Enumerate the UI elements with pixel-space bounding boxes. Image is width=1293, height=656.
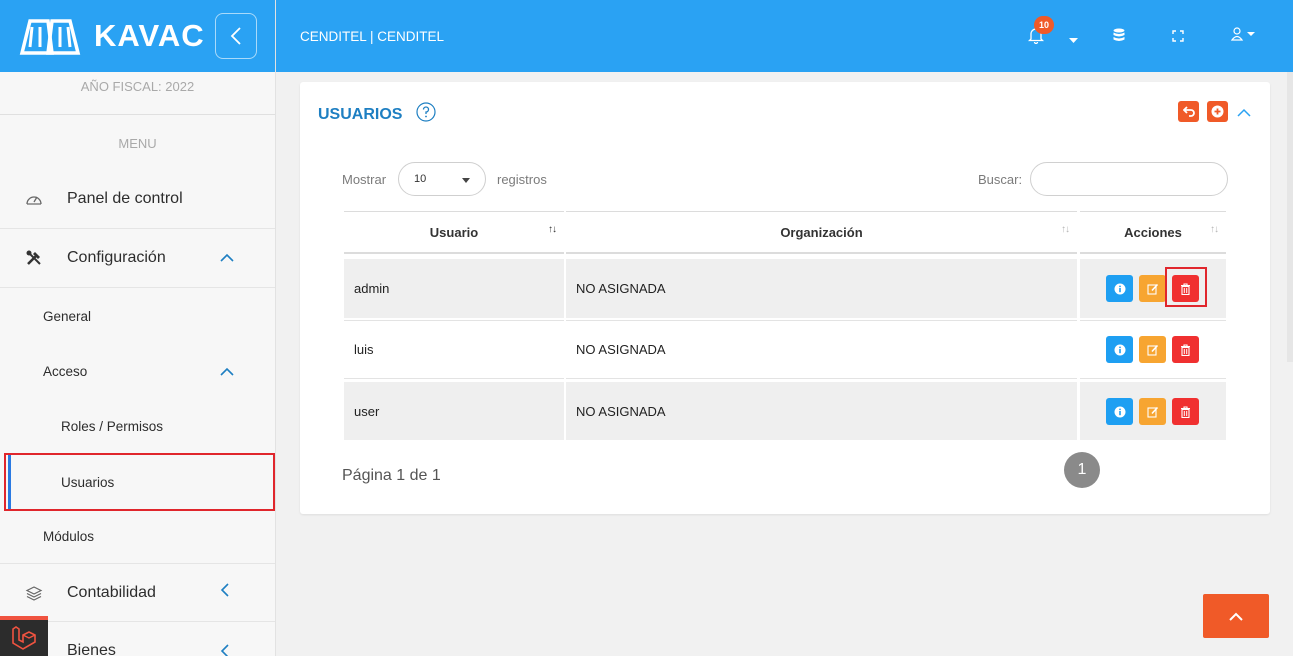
laravel-icon xyxy=(12,626,36,650)
info-icon xyxy=(1114,344,1125,355)
notification-count-badge: 10 xyxy=(1034,16,1054,34)
delete-button-highlight xyxy=(1165,267,1207,307)
cell-text: NO ASIGNADA xyxy=(576,403,666,419)
layers-icon xyxy=(25,584,43,602)
column-header-label: Acciones xyxy=(1124,224,1182,240)
table-row-user-cell: user xyxy=(344,382,564,440)
edit-icon xyxy=(1146,283,1158,295)
edit-button[interactable] xyxy=(1139,398,1166,425)
delete-button[interactable] xyxy=(1172,336,1199,363)
chevron-left-icon xyxy=(220,583,229,602)
laravel-debugbar-badge[interactable] xyxy=(0,616,48,656)
top-navbar: CENDITEL | CENDITEL 10 xyxy=(276,0,1293,72)
page-title: USUARIOS xyxy=(318,106,403,123)
sidebar-item-usuarios[interactable]: Usuarios xyxy=(4,453,275,511)
cell-text: luis xyxy=(354,342,374,357)
kavac-logo-icon xyxy=(19,19,81,55)
reply-icon xyxy=(1182,106,1195,117)
cell-text: user xyxy=(354,403,380,419)
pagination-info: Página 1 de 1 xyxy=(342,467,441,484)
chevron-left-icon xyxy=(230,27,241,45)
column-header-acciones[interactable]: Acciones ↑↓ xyxy=(1080,211,1226,254)
table-row-user-cell: admin xyxy=(344,259,564,318)
edit-button[interactable] xyxy=(1139,336,1166,363)
kavac-logo[interactable]: KAVAC xyxy=(18,17,205,55)
column-header-label: Usuario xyxy=(429,224,479,240)
chevron-up-icon xyxy=(220,364,234,379)
edit-icon xyxy=(1146,344,1158,356)
fullscreen-icon[interactable] xyxy=(1172,29,1184,47)
back-to-top-button[interactable] xyxy=(1203,594,1269,638)
trash-icon xyxy=(1181,405,1190,418)
dashboard-gauge-icon xyxy=(25,190,43,208)
sidebar-item-label: Usuarios xyxy=(61,474,115,490)
sidebar: KAVAC AÑO FISCAL: 2022 MENU Panel de con… xyxy=(0,0,276,656)
collapse-card-chevron-up-icon[interactable] xyxy=(1237,104,1251,122)
sidebar-item-modulos[interactable]: Módulos xyxy=(0,509,275,564)
sidebar-item-label: Acceso xyxy=(43,364,88,379)
chevron-up-icon xyxy=(1229,612,1243,621)
column-header-organizacion[interactable]: Organización ↑↓ xyxy=(566,211,1077,254)
plus-circle-icon xyxy=(1211,105,1224,118)
sidebar-item-label: Contabilidad xyxy=(67,583,156,601)
table-row-org-cell: NO ASIGNADA xyxy=(566,259,1077,318)
sidebar-item-label: Módulos xyxy=(43,529,95,544)
page-size-value: 10 xyxy=(414,173,427,185)
sidebar-item-roles-permisos[interactable]: Roles / Permisos xyxy=(0,399,275,454)
fiscal-year: AÑO FISCAL: 2022 xyxy=(0,72,275,115)
info-button[interactable] xyxy=(1106,398,1133,425)
records-label: registros xyxy=(497,172,547,187)
search-label: Buscar: xyxy=(978,172,1023,187)
sort-arrows-icon: ↑↓ xyxy=(1061,224,1070,235)
page-size-select[interactable]: 10 xyxy=(398,162,486,196)
sort-arrows-icon: ↑↓ xyxy=(548,224,557,235)
collapse-sidebar-button[interactable] xyxy=(215,13,257,59)
users-card: USUARIOS Mostrar 10 registros Buscar: Us… xyxy=(300,82,1270,514)
help-icon[interactable] xyxy=(416,102,436,127)
chevron-up-icon xyxy=(220,249,234,267)
info-button[interactable] xyxy=(1106,275,1133,302)
edit-icon xyxy=(1146,406,1158,418)
sidebar-item-configuracion[interactable]: Configuración xyxy=(0,229,275,288)
pagination-page-button[interactable]: 1 xyxy=(1064,452,1100,488)
table-row-org-cell: NO ASIGNADA xyxy=(566,382,1077,440)
sidebar-item-label: Panel de control xyxy=(67,190,183,207)
menu-title: MENU xyxy=(118,136,157,151)
tools-icon xyxy=(25,249,43,267)
user-menu-icon[interactable] xyxy=(1230,27,1257,46)
sidebar-item-label: General xyxy=(43,309,92,324)
sidebar-item-general[interactable]: General xyxy=(0,289,275,344)
sidebar-item-label: Bienes xyxy=(67,642,116,656)
brand-name: KAVAC xyxy=(94,18,205,53)
cell-text: NO ASIGNADA xyxy=(576,281,666,296)
back-button[interactable] xyxy=(1178,101,1199,122)
info-icon xyxy=(1114,283,1125,294)
database-icon[interactable] xyxy=(1113,28,1125,47)
edit-button[interactable] xyxy=(1139,275,1166,302)
sort-arrows-icon: ↑↓ xyxy=(1210,224,1219,235)
page-scrollbar[interactable] xyxy=(1287,72,1293,362)
add-user-button[interactable] xyxy=(1207,101,1228,122)
cell-text: admin xyxy=(354,281,390,296)
chevron-left-icon xyxy=(220,644,229,656)
sidebar-item-acceso[interactable]: Acceso xyxy=(0,344,275,399)
organization-name: CENDITEL | CENDITEL xyxy=(300,29,445,44)
sidebar-item-panel-de-control[interactable]: Panel de control xyxy=(0,170,275,229)
sidebar-item-label: Roles / Permisos xyxy=(61,419,164,434)
show-label: Mostrar xyxy=(342,172,387,187)
table-row-org-cell: NO ASIGNADA xyxy=(566,320,1077,379)
dropdown-caret-icon xyxy=(462,178,470,183)
table-row-user-cell: luis xyxy=(344,320,564,379)
search-input[interactable] xyxy=(1030,162,1228,196)
column-header-usuario[interactable]: Usuario ↑↓ xyxy=(344,211,564,254)
delete-button[interactable] xyxy=(1172,398,1199,425)
info-button[interactable] xyxy=(1106,336,1133,363)
column-header-label: Organización xyxy=(780,224,863,240)
info-icon xyxy=(1114,406,1125,417)
sidebar-item-contabilidad[interactable]: Contabilidad xyxy=(0,563,275,622)
sidebar-item-label: Configuración xyxy=(67,249,166,266)
dropdown-caret-icon[interactable] xyxy=(1069,31,1078,49)
cell-text: NO ASIGNADA xyxy=(576,342,666,357)
trash-icon xyxy=(1181,343,1190,356)
